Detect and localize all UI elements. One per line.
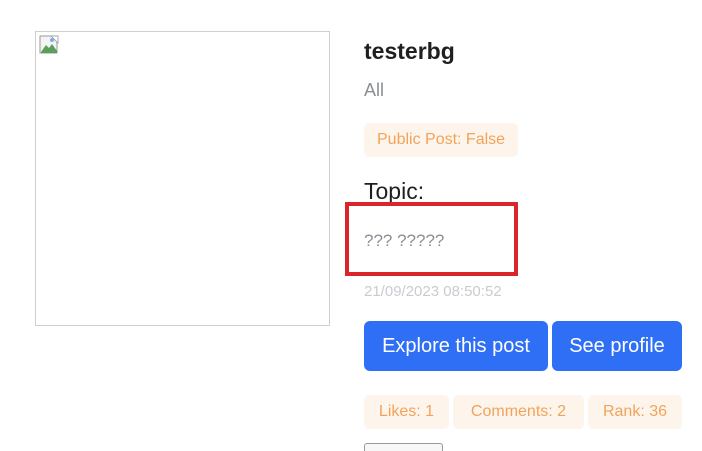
likes-badge: Likes: 1 [364,395,449,429]
see-profile-button[interactable]: See profile [552,321,682,371]
topic-heading: Topic: [364,178,425,204]
post-card: testerbg All Public Post: False Topic: ?… [0,0,702,451]
public-post-badge: Public Post: False [364,123,519,157]
highlight-box [345,202,518,276]
explore-post-button[interactable]: Explore this post [364,321,548,371]
post-category: All [364,80,385,100]
bottom-control[interactable] [364,443,443,451]
rank-badge: Rank: 36 [588,395,682,429]
post-timestamp: 21/09/2023 08:50:52 [364,283,502,300]
post-username: testerbg [364,38,455,64]
comments-badge: Comments: 2 [453,395,584,429]
post-image [35,31,330,326]
broken-image-icon [39,35,59,54]
